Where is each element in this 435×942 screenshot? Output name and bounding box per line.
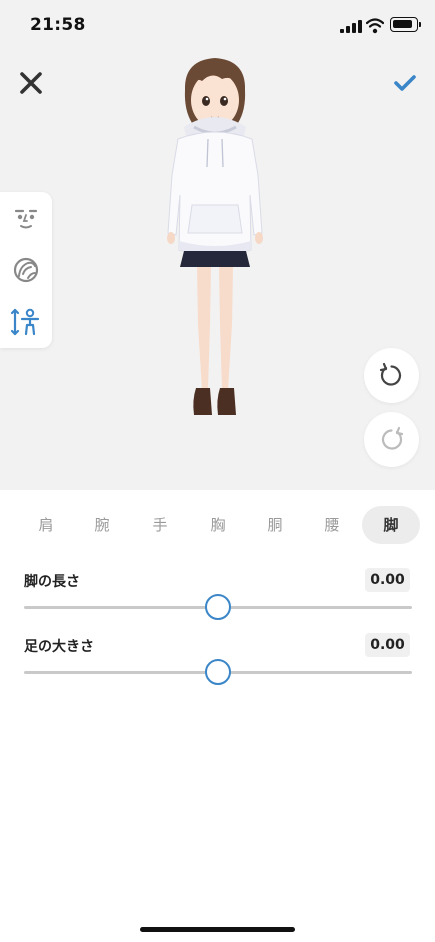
checkmark-icon xyxy=(394,75,416,91)
undo-icon xyxy=(379,362,402,386)
tab-shoulder[interactable]: 肩 xyxy=(20,506,72,544)
avatar-preview-area: 21:58 xyxy=(0,0,435,490)
leg-length-slider[interactable] xyxy=(24,594,412,620)
wifi-icon xyxy=(366,18,384,34)
tab-waist[interactable]: 腰 xyxy=(306,506,358,544)
foot-size-slider[interactable] xyxy=(24,659,412,685)
tab-leg[interactable]: 脚 xyxy=(362,506,420,544)
foot-size-value: 0.00 xyxy=(365,633,410,657)
tab-hand[interactable]: 手 xyxy=(134,506,186,544)
category-side-panel xyxy=(0,192,52,348)
battery-icon xyxy=(390,17,421,32)
leg-length-slider-thumb[interactable] xyxy=(205,594,231,620)
hair-icon xyxy=(13,257,39,283)
body-part-tabs: 肩 腕 手 胸 胴 腰 脚 xyxy=(14,506,422,544)
redo-button[interactable] xyxy=(364,412,419,467)
cellular-signal-icon xyxy=(340,20,362,33)
tab-torso[interactable]: 胴 xyxy=(249,506,301,544)
foot-size-label: 足の大きさ xyxy=(24,639,94,655)
body-category-button[interactable] xyxy=(10,306,42,338)
face-category-button[interactable] xyxy=(10,202,42,234)
close-icon xyxy=(20,72,42,94)
leg-length-value: 0.00 xyxy=(365,568,410,592)
body-icon xyxy=(10,308,40,336)
status-bar: 21:58 xyxy=(0,0,435,54)
foot-size-slider-thumb[interactable] xyxy=(205,659,231,685)
status-time: 21:58 xyxy=(30,15,86,35)
avatar-model xyxy=(167,58,263,415)
redo-icon xyxy=(381,426,404,450)
face-icon xyxy=(14,209,38,229)
close-button[interactable] xyxy=(14,66,48,100)
tab-chest[interactable]: 胸 xyxy=(192,506,244,544)
leg-length-label: 脚の長さ xyxy=(24,574,80,590)
hair-category-button[interactable] xyxy=(10,254,42,286)
undo-button[interactable] xyxy=(364,348,419,403)
home-indicator xyxy=(140,927,295,932)
confirm-button[interactable] xyxy=(389,68,421,98)
tab-arm[interactable]: 腕 xyxy=(76,506,128,544)
